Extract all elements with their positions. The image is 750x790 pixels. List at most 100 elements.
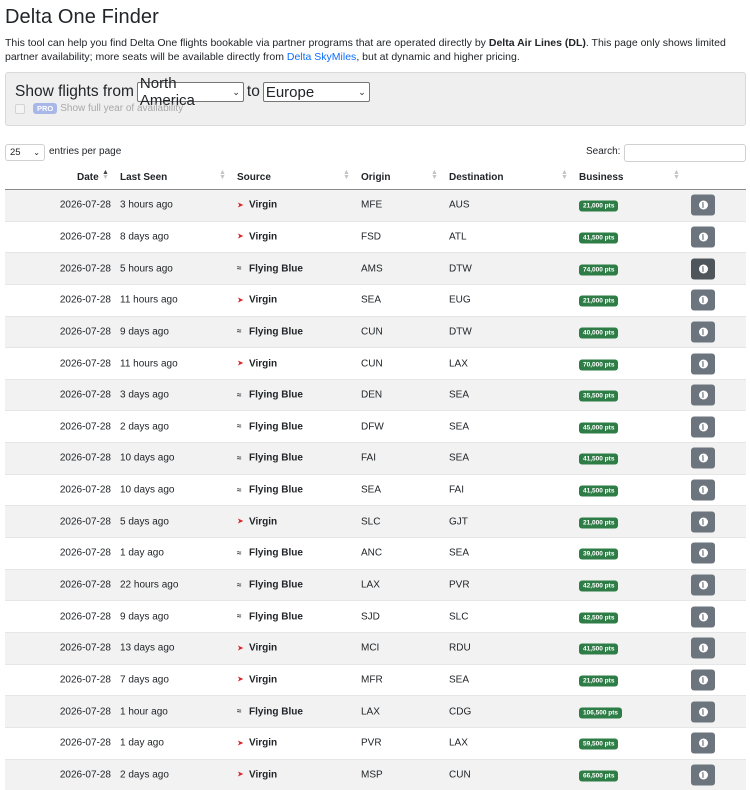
entries-per-page-label: entries per page [49,146,122,157]
column-header-business[interactable]: Business [579,172,623,183]
points-badge: 106,500 pts [579,707,623,719]
full-year-label: Show full year of availability [60,103,184,114]
source-name: Flying Blue [249,263,303,275]
cell-business: 106,500 pts [579,706,623,719]
cell-destination: ATL [449,231,467,243]
column-header-source[interactable]: Source [237,172,271,183]
info-icon: i [698,738,708,748]
info-button[interactable]: i [691,701,715,723]
search-input[interactable] [624,144,746,162]
cell-destination: CDG [449,706,472,718]
info-button[interactable]: i [691,447,715,469]
cell-date: 2026-07-28 [59,769,111,781]
source-name: Flying Blue [249,389,303,401]
points-badge: 70,000 pts [579,359,619,371]
cell-business: 41,500 pts [579,231,619,244]
cell-business: 41,500 pts [579,453,619,465]
cell-source: ➤ Virgin [237,358,277,369]
table-row: 2026-07-28 2 days ago ≈ Flying Blue DFW SEA 45… [5,411,746,444]
cell-source: ≈ Flying Blue [237,548,303,559]
cell-last-seen: 11 hours ago [120,358,178,370]
source-name: Virgin [249,674,278,686]
cell-last-seen: 22 hours ago [120,579,179,591]
cell-last-seen: 9 days ago [120,326,169,338]
info-button[interactable]: i [691,289,715,311]
table-row: 2026-07-28 10 days ago ≈ Flying Blue SEA FAI 4… [5,475,746,507]
sort-indicator-destination[interactable]: ▲ ▼ [561,169,568,181]
points-badge: 74,000 pts [579,264,619,276]
info-button[interactable]: i [691,258,715,280]
chevron-down-icon: ⌄ [232,86,240,97]
cell-source: ≈ Flying Blue [237,580,303,591]
cell-business: 66,500 pts [579,769,619,782]
flying-blue-logo-icon: ≈ [237,611,242,621]
info-button[interactable]: i [691,637,715,659]
cell-destination: PVR [449,579,470,591]
flying-blue-logo-icon: ≈ [237,390,242,400]
info-button[interactable]: i [691,606,715,628]
info-button[interactable]: i [691,384,715,406]
cell-origin: SEA [361,484,382,496]
cell-origin: MFE [361,199,383,211]
column-header-date[interactable]: Date [77,172,99,183]
table-row: 2026-07-28 1 day ago ≈ Flying Blue ANC SEA 39,… [5,538,746,570]
cell-origin: PVR [361,737,382,749]
cell-origin: SLC [361,516,381,528]
delta-skymiles-link[interactable]: Delta SkyMiles [287,51,356,63]
cell-destination: DTW [449,326,472,338]
sort-indicator-last-seen[interactable]: ▲ ▼ [219,169,226,181]
table-row: 2026-07-28 7 days ago ➤ Virgin MFR SEA 21,000 … [5,665,746,697]
cell-source: ≈ Flying Blue [237,263,303,274]
info-button[interactable]: i [691,574,715,596]
cell-business: 42,500 pts [579,580,619,592]
info-button[interactable]: i [691,226,715,248]
full-year-checkbox[interactable] [15,103,25,114]
cell-source: ➤ Virgin [237,738,277,749]
sort-indicator-origin[interactable]: ▲ ▼ [431,169,438,181]
sort-indicator-date[interactable]: ▲ ▼ [102,169,109,181]
column-header-last-seen[interactable]: Last Seen [120,172,167,183]
virgin-logo-icon: ➤ [237,295,244,305]
source-name: Virgin [249,358,278,370]
search-label: Search: [586,146,621,157]
info-button[interactable]: i [691,511,715,533]
info-button[interactable]: i [691,321,715,343]
source-name: Virgin [249,231,278,243]
points-badge: 21,000 pts [579,295,619,307]
sort-indicator-business[interactable]: ▲ ▼ [673,169,680,181]
cell-origin: FAI [361,452,377,464]
sort-indicator-source[interactable]: ▲ ▼ [343,169,350,181]
info-button[interactable]: i [691,764,715,786]
table-row: 2026-07-28 5 days ago ➤ Virgin SLC GJT 21,000 … [5,506,746,539]
virgin-logo-icon: ➤ [237,674,244,684]
info-button[interactable]: i [691,542,715,564]
cell-last-seen: 7 days ago [120,674,169,686]
points-badge: 35,500 pts [579,390,619,402]
entries-per-page-select[interactable]: 25 ⌄ [5,144,45,161]
column-header-origin[interactable]: Origin [361,172,390,183]
info-button[interactable]: i [691,479,715,501]
virgin-logo-icon: ➤ [237,200,244,210]
to-region-select[interactable]: Europe ⌄ [262,82,370,102]
flying-blue-logo-icon: ≈ [237,580,242,589]
info-button[interactable]: i [691,353,715,375]
points-badge: 66,500 pts [579,770,619,782]
info-button[interactable]: i [691,732,715,754]
info-icon: i [698,453,708,463]
cell-last-seen: 5 hours ago [120,263,173,275]
column-header-destination[interactable]: Destination [449,172,503,183]
cell-destination: LAX [449,358,468,370]
cell-origin: MCI [361,642,380,654]
info-button[interactable]: i [691,194,715,216]
source-name: Virgin [249,516,278,528]
cell-date: 2026-07-28 [59,358,111,370]
table-row: 2026-07-28 3 hours ago ➤ Virgin MFE AUS 21,000… [5,190,746,222]
cell-business: 21,000 pts [579,674,619,687]
table-row: 2026-07-28 1 day ago ➤ Virgin PVR LAX 59,500 p… [5,728,746,760]
info-button[interactable]: i [691,416,715,438]
table-row: 2026-07-28 11 hours ago ➤ Virgin CUN LAX 70,00… [5,348,746,380]
info-button[interactable]: i [691,669,715,691]
from-region-select[interactable]: North America ⌄ [136,75,244,109]
cell-last-seen: 9 days ago [120,611,169,623]
table-row: 2026-07-28 9 days ago ≈ Flying Blue CUN DTW 40… [5,316,746,349]
